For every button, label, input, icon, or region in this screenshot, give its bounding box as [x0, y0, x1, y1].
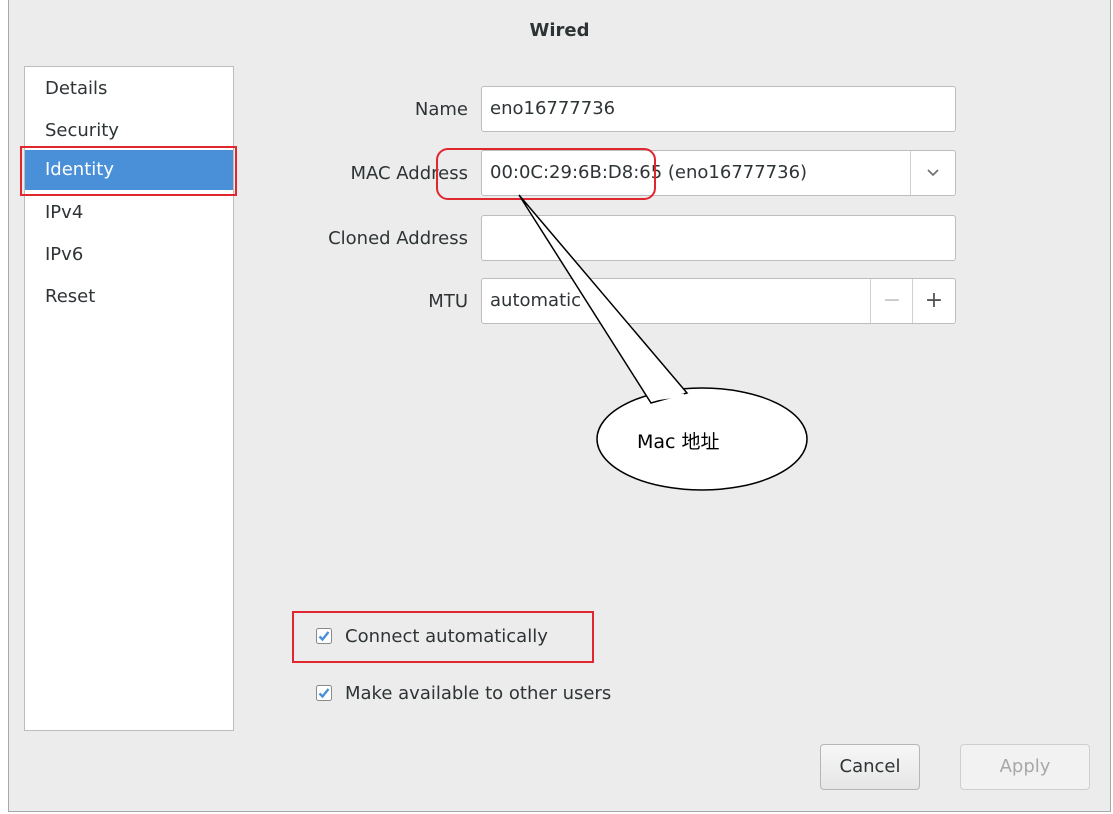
cloned-address-input[interactable] — [481, 215, 956, 261]
available-to-all-users-label: Make available to other users — [345, 683, 612, 704]
chevron-down-icon[interactable] — [911, 151, 955, 195]
checkmark-icon — [316, 627, 332, 644]
name-input[interactable]: eno16777736 — [481, 86, 956, 132]
sidebar-item-identity[interactable]: Identity — [25, 150, 233, 190]
mtu-value: automatic — [490, 290, 582, 311]
available-to-all-users-checkbox[interactable]: Make available to other users — [316, 683, 611, 705]
connect-automatically-checkbox[interactable]: Connect automatically — [316, 626, 548, 648]
checkmark-icon — [316, 684, 332, 701]
mtu-increment-button[interactable]: + — [912, 279, 955, 323]
sidebar-item-security[interactable]: Security — [25, 111, 233, 151]
name-label: Name — [414, 99, 468, 120]
sidebar-item-reset[interactable]: Reset — [25, 277, 233, 317]
sidebar-item-ipv4[interactable]: IPv4 — [25, 193, 233, 233]
connect-automatically-label: Connect automatically — [345, 626, 548, 647]
mac-address-value: 00:0C:29:6B:D8:65 (eno16777736) — [490, 162, 808, 183]
cloned-address-label: Cloned Address — [328, 228, 468, 249]
mac-address-combo[interactable]: 00:0C:29:6B:D8:65 (eno16777736) — [481, 150, 956, 196]
sidebar-item-ipv6[interactable]: IPv6 — [25, 235, 233, 275]
mac-address-label: MAC Address — [350, 163, 468, 184]
mtu-decrement-button[interactable]: − — [870, 279, 913, 323]
callout-text: Mac 地址 — [637, 431, 720, 453]
sidebar: Details Security Identity IPv4 IPv6 Rese… — [24, 66, 234, 731]
apply-button[interactable]: Apply — [960, 744, 1090, 790]
mtu-label: MTU — [428, 291, 468, 312]
dialog-title: Wired — [529, 20, 590, 41]
mtu-spinbutton[interactable]: automatic − + — [481, 278, 956, 324]
cancel-button[interactable]: Cancel — [820, 744, 920, 790]
sidebar-item-details[interactable]: Details — [25, 69, 233, 109]
